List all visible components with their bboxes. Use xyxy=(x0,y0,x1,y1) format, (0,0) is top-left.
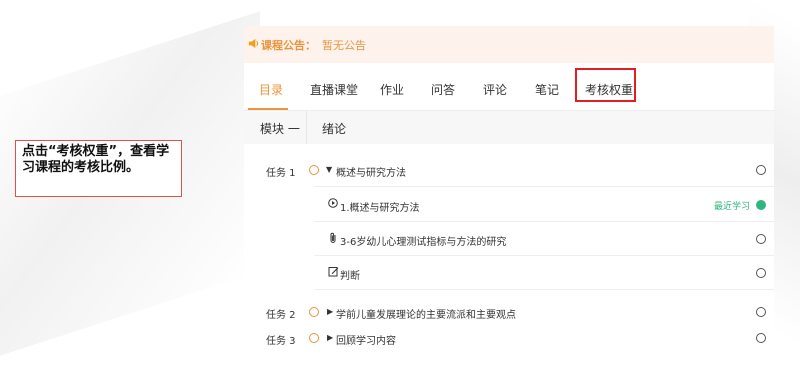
notice-text: 暂无公告 xyxy=(322,38,366,52)
lesson-row-2[interactable]: 3-6岁幼儿心理测试指标与方法的研究 xyxy=(244,227,774,253)
lesson-title: 1.概述与研究方法 xyxy=(340,203,420,214)
task-progress-ring xyxy=(309,333,319,343)
status-circle-icon xyxy=(756,165,766,175)
row-separator xyxy=(314,186,774,187)
status-circle-icon xyxy=(756,234,766,244)
row-separator xyxy=(314,255,774,256)
tab-live-class[interactable]: 直播课堂 xyxy=(310,81,358,98)
course-notice-bar: 课程公告： 暂无公告 xyxy=(244,26,774,63)
row-separator xyxy=(314,221,774,222)
notice-label: 课程公告： xyxy=(261,38,316,52)
caret-right-icon[interactable]: ▶ xyxy=(327,333,333,342)
task-row-2[interactable]: 任务 2 ▶ 学前儿童发展理论的主要流派和主要观点 xyxy=(244,304,774,326)
task-row-3[interactable]: 任务 3 ▶ 回顾学习内容 xyxy=(244,330,774,346)
tab-catalog[interactable]: 目录 xyxy=(259,81,283,98)
status-circle-icon xyxy=(756,307,766,317)
instruction-callout: 点击“考核权重”，查看学习课程的考核比例。 xyxy=(15,140,182,197)
task-title: 回顾学习内容 xyxy=(336,336,396,346)
lesson-row-3[interactable]: 判断 xyxy=(244,261,774,287)
task-progress-ring xyxy=(309,165,319,175)
lesson-title: 判断 xyxy=(340,271,360,282)
speaker-icon xyxy=(248,38,259,52)
module-header: 模块 一 绪论 xyxy=(244,111,774,144)
instruction-text: 点击“考核权重”，查看学习课程的考核比例。 xyxy=(22,144,170,175)
task-title: 概述与研究方法 xyxy=(336,168,406,179)
recent-study-label: 最近学习 xyxy=(713,202,750,212)
tab-notes[interactable]: 笔记 xyxy=(535,81,559,98)
recent-status-dot xyxy=(756,200,766,210)
task-title: 学前儿童发展理论的主要流派和主要观点 xyxy=(336,310,516,321)
tab-homework[interactable]: 作业 xyxy=(380,81,404,98)
module-title: 绪论 xyxy=(322,122,347,136)
task-label: 任务 1 xyxy=(266,168,296,179)
edit-icon xyxy=(328,266,339,280)
course-panel: 课程公告： 暂无公告 目录 直播课堂 作业 问答 评论 笔记 考核权重 模块 一… xyxy=(244,26,774,346)
tab-qa[interactable]: 问答 xyxy=(431,81,455,98)
status-circle-icon xyxy=(756,333,766,343)
module-label: 模块 一 xyxy=(260,122,300,136)
tab-comments[interactable]: 评论 xyxy=(483,81,507,98)
course-tabs: 目录 直播课堂 作业 问答 评论 笔记 考核权重 xyxy=(244,67,774,111)
task-progress-ring xyxy=(309,307,319,317)
lesson-title: 3-6岁幼儿心理测试指标与方法的研究 xyxy=(340,237,507,248)
tab-highlight-box xyxy=(575,68,636,102)
row-separator xyxy=(314,289,774,290)
task-label: 任务 3 xyxy=(266,336,296,346)
attachment-icon xyxy=(328,232,338,247)
task-row-1[interactable]: 任务 1 ▼ 概述与研究方法 xyxy=(244,158,774,184)
module-divider xyxy=(306,111,307,144)
task-label: 任务 2 xyxy=(266,310,296,321)
caret-right-icon[interactable]: ▶ xyxy=(327,307,333,316)
lesson-row-1[interactable]: 1.概述与研究方法 最近学习 xyxy=(244,193,774,219)
play-icon xyxy=(328,198,338,211)
active-tab-underline xyxy=(248,108,288,110)
status-circle-icon xyxy=(756,268,766,278)
caret-down-icon[interactable]: ▼ xyxy=(326,165,332,174)
